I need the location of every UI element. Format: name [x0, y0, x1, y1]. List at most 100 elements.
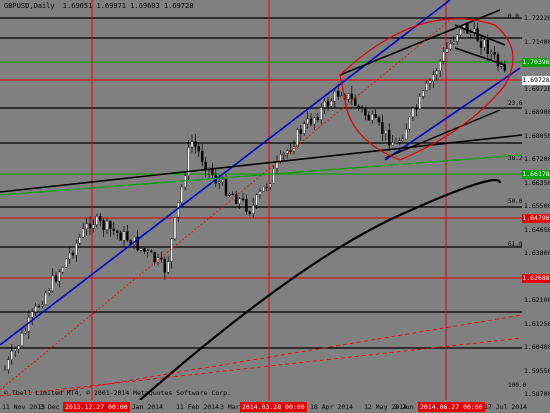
- candle-body: [238, 198, 241, 204]
- dashed-red-line-2: [59, 314, 522, 393]
- time-axis-label: 11 Nov 2013: [2, 403, 46, 411]
- candle-body: [411, 107, 415, 118]
- price-axis-label: 1.71400: [524, 37, 550, 46]
- time-axis-label: 18 Apr 2014: [310, 403, 354, 411]
- candle-body: [245, 199, 248, 212]
- candle-body: [102, 220, 105, 230]
- price-axis-label: 1.72220: [524, 14, 550, 22]
- candle-body: [493, 52, 496, 55]
- candle-body: [197, 146, 201, 152]
- symbol-label: GBPUSD,Daily: [4, 2, 55, 10]
- candle-body: [442, 51, 445, 62]
- candle-body: [153, 252, 156, 263]
- chart-window: GBPUSD,Daily 1.69651 1.69971 1.69603 1.6…: [0, 0, 550, 413]
- candle-body: [323, 100, 326, 108]
- candle-body: [81, 228, 85, 238]
- candle-body: [173, 217, 177, 240]
- candle-body: [360, 106, 364, 109]
- candle-body: [217, 181, 221, 184]
- dotted-red-line: [0, 19, 451, 391]
- candle-body: [469, 32, 472, 34]
- candle-body: [313, 117, 316, 125]
- candle-body: [248, 211, 252, 214]
- price-axis-label: 1.63800: [524, 249, 550, 257]
- candle-body: [241, 198, 245, 200]
- candle-body: [37, 305, 41, 308]
- candle-body: [364, 108, 367, 116]
- candle-body: [163, 258, 167, 273]
- candle-body: [98, 216, 102, 221]
- candle-body: [24, 330, 27, 334]
- candle-body: [224, 179, 228, 196]
- candle-body: [496, 54, 500, 67]
- candle-body: [354, 98, 357, 106]
- candle-body: [384, 129, 387, 134]
- candle-body: [54, 275, 58, 282]
- candle-body: [180, 186, 184, 203]
- price-axis-label: 1.61250: [524, 319, 550, 328]
- candle-body: [251, 204, 255, 214]
- candle-body: [3, 369, 7, 372]
- black-trendline-lower: [384, 109, 501, 159]
- price-axis-label: 1.68900: [524, 108, 550, 116]
- candle-body: [391, 142, 394, 146]
- price-axis-label: 1.66350: [524, 178, 550, 187]
- candle-body: [479, 40, 483, 48]
- time-axis-label: 11 Feb 2014: [176, 403, 220, 411]
- candle-body: [10, 350, 14, 361]
- candle-body: [377, 117, 381, 123]
- candle-body: [432, 74, 435, 81]
- candle-body: [456, 34, 459, 42]
- candle-body: [119, 232, 122, 241]
- candle-body: [303, 123, 306, 134]
- candle-body: [105, 220, 109, 230]
- candle-body: [394, 142, 398, 144]
- candle-body: [272, 168, 275, 184]
- candle-body: [31, 311, 34, 318]
- candle-body: [64, 258, 68, 268]
- candle-body: [115, 230, 119, 233]
- candle-body: [17, 345, 20, 350]
- time-axis-label: 3 Dec: [40, 403, 60, 411]
- candle-body: [149, 250, 153, 253]
- candle-body: [7, 359, 10, 371]
- fibonacci-level-label: 50.0: [508, 198, 523, 205]
- candle-body: [309, 118, 313, 125]
- candle-body: [255, 194, 258, 206]
- candle-body: [306, 118, 309, 124]
- candle-body: [44, 292, 47, 305]
- candle-body: [337, 90, 340, 97]
- fibonacci-level-label: 100.0: [508, 382, 527, 389]
- time-highlight-label: 2013.12.27 00:00: [63, 402, 130, 412]
- price-chart[interactable]: [0, 0, 522, 400]
- candle-body: [408, 116, 411, 130]
- candle-body: [20, 333, 24, 346]
- candle-body: [357, 105, 360, 108]
- candle-body: [170, 238, 173, 262]
- candle-body: [449, 43, 452, 50]
- candle-body: [262, 186, 265, 192]
- candle-body: [265, 186, 268, 189]
- green-trendline: [0, 154, 522, 196]
- candle-body: [166, 261, 170, 273]
- fibonacci-level-label: 61.8: [508, 241, 523, 248]
- candle-body: [371, 114, 374, 121]
- price-axis-label: 1.67200: [524, 155, 550, 163]
- candle-body: [228, 193, 231, 196]
- price-level-box: 1.64798: [522, 214, 550, 223]
- candle-body: [51, 275, 54, 291]
- time-axis-label: 17 Jul 2014: [484, 403, 528, 411]
- dashed-red-line: [0, 337, 522, 397]
- ohlc-values: 1.69651 1.69971 1.69603 1.69728: [62, 2, 194, 10]
- candle-body: [177, 202, 180, 218]
- candle-body: [418, 96, 421, 109]
- candle-body: [58, 271, 61, 282]
- price-axis-label: 1.65500: [524, 202, 550, 210]
- candle-body: [340, 95, 343, 97]
- time-highlight-label: 2014.03.28 00:00: [240, 402, 307, 412]
- chart-header: GBPUSD,Daily 1.69651 1.69971 1.69603 1.6…: [4, 2, 193, 10]
- candle-body: [126, 231, 129, 241]
- time-axis-label: 3 Mar: [220, 403, 240, 411]
- candle-body: [316, 117, 319, 120]
- candle-body: [122, 231, 126, 241]
